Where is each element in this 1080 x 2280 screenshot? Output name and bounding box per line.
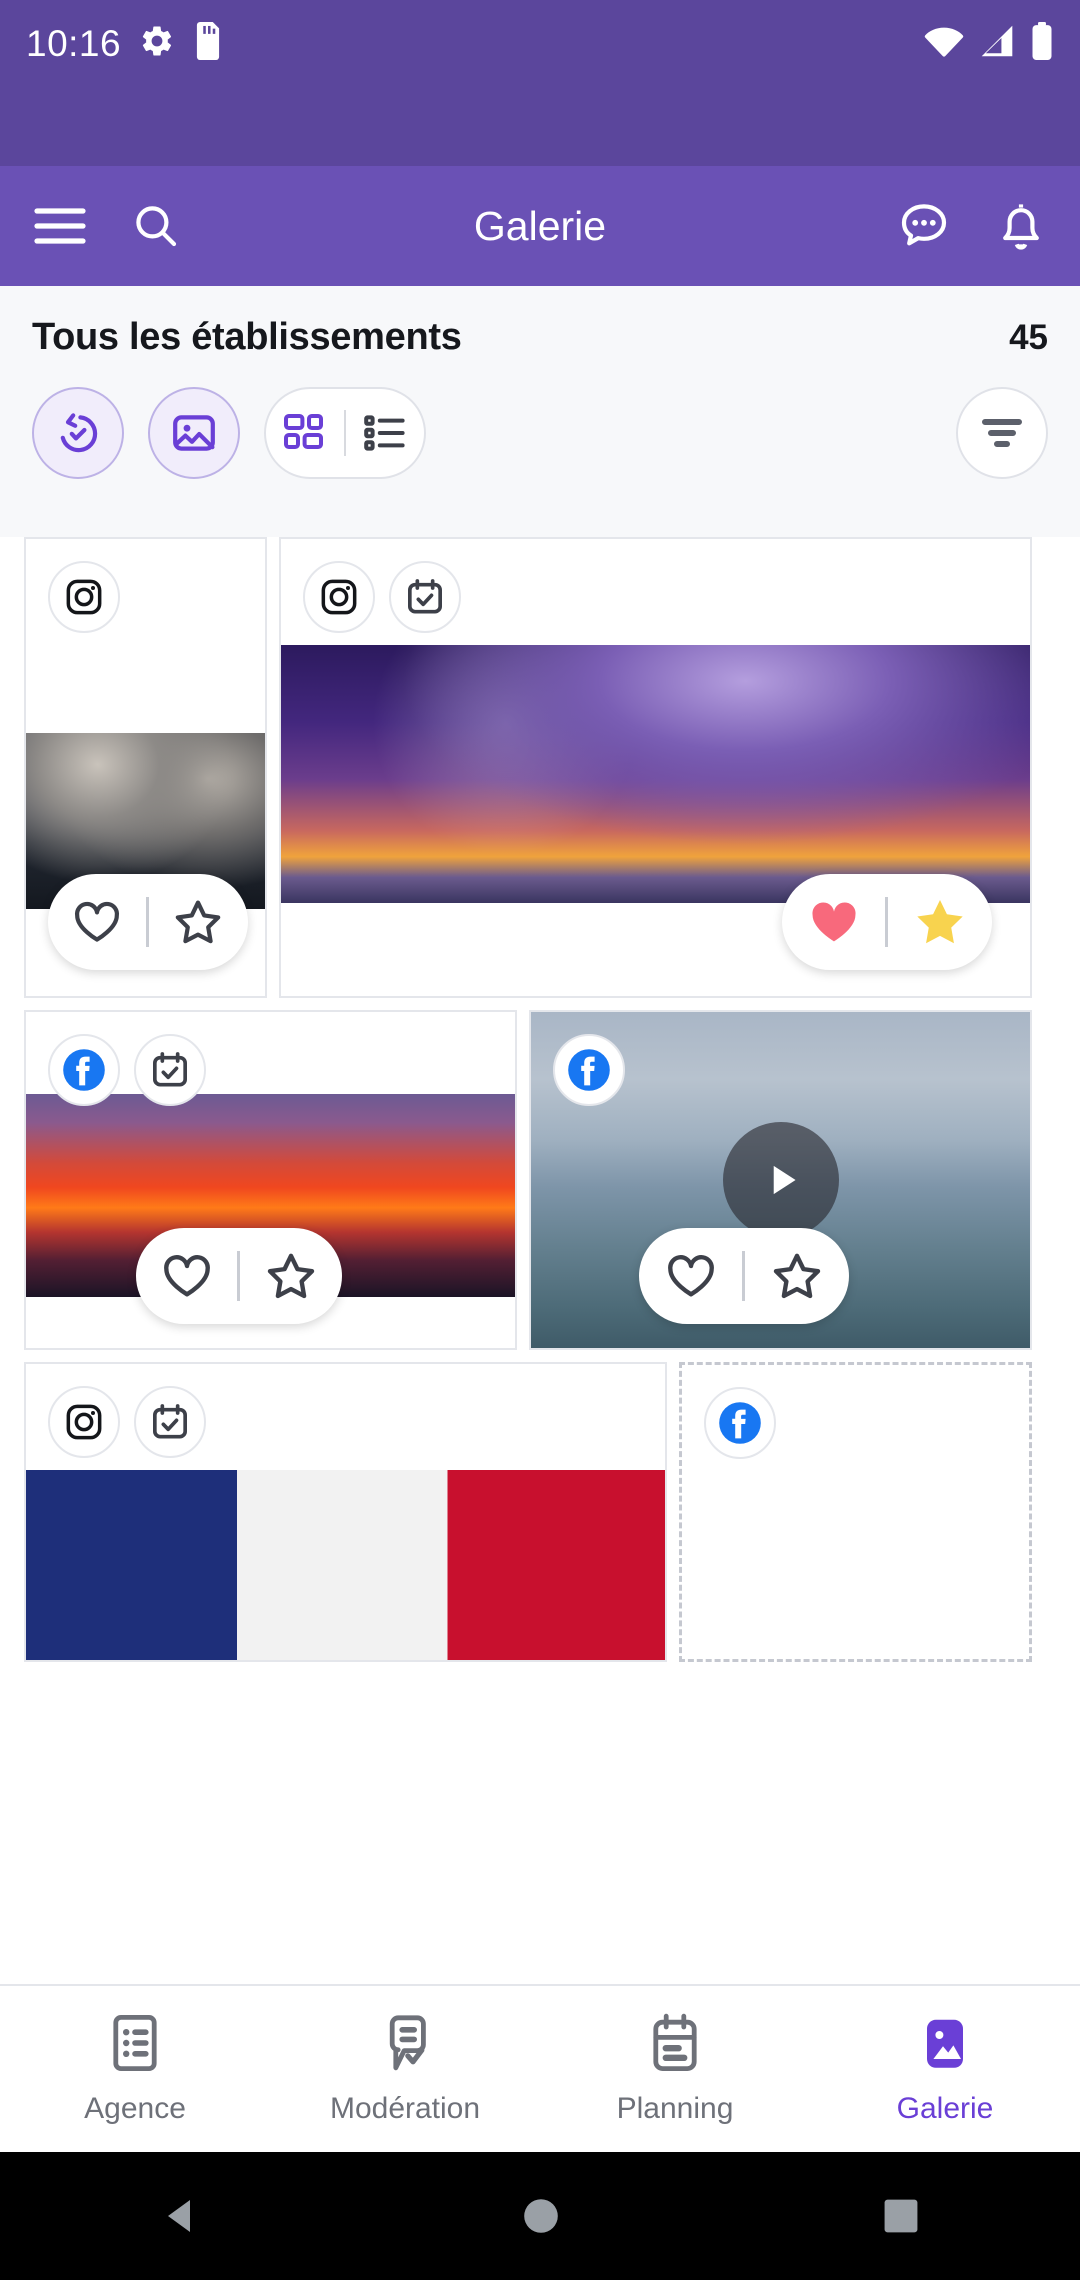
gallery-header: Tous les établissements 45: [0, 286, 1080, 505]
gear-icon: [139, 23, 175, 64]
bell-icon[interactable]: [996, 200, 1046, 252]
establishments-title: Tous les établissements: [32, 316, 462, 358]
chat-bubble-icon[interactable]: [898, 200, 950, 252]
star-icon[interactable]: [745, 1251, 848, 1301]
card-badges: [48, 561, 120, 633]
instagram-icon: [48, 561, 120, 633]
recents-square-icon[interactable]: [880, 2195, 922, 2237]
sd-card-icon: [193, 22, 223, 65]
card-badges: [303, 561, 461, 633]
heart-icon[interactable]: [639, 1252, 742, 1300]
nav-item-planning[interactable]: Planning: [540, 2013, 810, 2126]
home-circle-icon[interactable]: [519, 2194, 563, 2238]
status-bar-clock: 10:16: [26, 23, 122, 64]
app-bar-right-actions: [898, 200, 1046, 252]
filter-sort-icon[interactable]: [956, 387, 1048, 479]
search-icon[interactable]: [132, 202, 180, 250]
instagram-icon: [303, 561, 375, 633]
card-actions: [639, 1228, 849, 1324]
gallery-card[interactable]: [529, 1010, 1032, 1350]
facebook-icon: [48, 1034, 120, 1106]
bottom-navigation: Agence Modération Planning Galerie: [0, 1984, 1080, 2152]
card-actions: [782, 874, 992, 970]
nav-label-planning: Planning: [616, 2091, 734, 2125]
instagram-icon: [48, 1386, 120, 1458]
battery-icon: [1030, 22, 1054, 65]
calendar-icon: [647, 2013, 703, 2078]
image-icon: [917, 2013, 973, 2078]
gallery-toolbar: [32, 387, 1048, 505]
card-badges: [704, 1387, 776, 1459]
system-navigation-bar: [0, 2152, 1080, 2280]
gallery-card-empty[interactable]: [679, 1362, 1032, 1662]
card-media: [26, 1470, 665, 1660]
star-icon[interactable]: [149, 898, 247, 946]
card-badges: [553, 1034, 625, 1106]
facebook-icon: [553, 1034, 625, 1106]
grid-view-icon[interactable]: [266, 413, 344, 453]
heart-icon[interactable]: [136, 1252, 237, 1300]
heart-icon[interactable]: [782, 898, 885, 946]
heart-icon[interactable]: [48, 899, 146, 945]
facebook-icon: [704, 1387, 776, 1459]
status-bar: 10:16: [0, 0, 1080, 166]
header-title-row: Tous les établissements 45: [32, 316, 1048, 359]
app-bar-left-actions: [34, 202, 180, 250]
star-icon[interactable]: [888, 896, 991, 948]
nav-item-moderation[interactable]: Modération: [270, 2013, 540, 2126]
back-triangle-icon[interactable]: [158, 2194, 202, 2238]
list-view-icon[interactable]: [346, 413, 424, 453]
card-actions: [136, 1228, 342, 1324]
gallery-card[interactable]: [24, 1362, 667, 1662]
card-badges: [48, 1034, 206, 1106]
nav-item-galerie[interactable]: Galerie: [810, 2013, 1080, 2126]
play-icon[interactable]: [723, 1122, 839, 1238]
nav-label-galerie: Galerie: [896, 2091, 994, 2125]
nav-label-agence: Agence: [84, 2091, 186, 2125]
app-screen: 10:16 Galerie Tous les établissements 45…: [0, 0, 1080, 2280]
nav-label-moderation: Modération: [329, 2091, 481, 2125]
list-icon: [107, 2013, 163, 2078]
signal-icon: [978, 24, 1016, 63]
calendar-check-icon: [134, 1386, 206, 1458]
gallery-card[interactable]: [24, 537, 267, 998]
establishments-count: 45: [1009, 318, 1048, 357]
gallery-grid: [0, 537, 1080, 2084]
calendar-check-icon: [134, 1034, 206, 1106]
calendar-check-icon: [389, 561, 461, 633]
card-badges: [48, 1386, 206, 1458]
status-bar-right: [924, 22, 1054, 65]
gallery-card[interactable]: [279, 537, 1032, 998]
nav-item-agence[interactable]: Agence: [0, 2013, 270, 2126]
wifi-icon: [924, 24, 964, 63]
card-media: [281, 645, 1030, 903]
view-mode-toggle: [264, 387, 426, 479]
app-bar: Galerie: [0, 166, 1080, 286]
hamburger-menu-icon[interactable]: [34, 207, 86, 245]
status-bar-left: 10:16: [26, 22, 223, 65]
gallery-card[interactable]: [24, 1010, 517, 1350]
image-icon[interactable]: [148, 387, 240, 479]
comment-check-icon: [377, 2013, 433, 2078]
gallery-row: [0, 1362, 1080, 1662]
gallery-row: [0, 1010, 1080, 1350]
star-icon[interactable]: [240, 1251, 341, 1301]
history-restore-icon[interactable]: [32, 387, 124, 479]
card-actions: [48, 874, 248, 970]
gallery-row: [0, 537, 1080, 998]
